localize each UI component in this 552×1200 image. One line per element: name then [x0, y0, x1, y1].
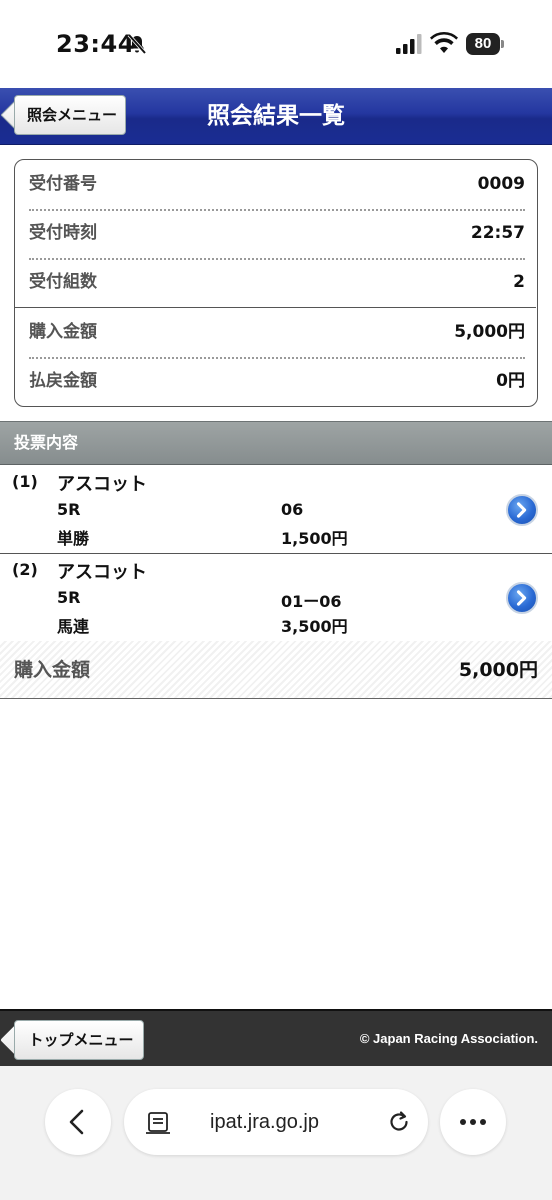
reader-icon	[146, 1112, 170, 1134]
bet-amount: 3,500円	[281, 617, 348, 636]
bet-horse: 01ー06	[281, 592, 342, 611]
bet-horse: 06	[281, 500, 304, 519]
signal-icon	[396, 34, 422, 54]
page-title-text: 照会結果一覧	[207, 103, 345, 129]
summary-value: 0円	[496, 371, 525, 391]
total-value: 5,000円	[458, 659, 538, 681]
total-label: 購入金額	[14, 659, 91, 681]
battery-icon: 80	[466, 33, 504, 55]
browser-more-button[interactable]	[440, 1089, 506, 1155]
address-bar[interactable]: ipat.jra.go.jp	[124, 1089, 428, 1155]
summary-value: 5,000円	[454, 322, 525, 342]
top-button-label: トップメニュー	[28, 1031, 134, 1049]
browser-toolbar: ipat.jra.go.jp	[0, 1066, 552, 1200]
summary-label: 受付番号	[29, 174, 97, 194]
more-icon	[460, 1119, 486, 1125]
bet-item[interactable]: (1) アスコット 5R 単勝 06 1,500円	[0, 466, 552, 554]
summary-row-receipt-count: 受付組数 2	[29, 258, 525, 307]
total-purchase: 購入金額 5,000円	[0, 641, 552, 699]
receipt-summary: 受付番号 0009 受付時刻 22:57 受付組数 2 購入金額 5,000円 …	[14, 159, 538, 407]
copyright: © Japan Racing Association.	[359, 1031, 538, 1046]
bet-venue: アスコット	[57, 562, 147, 583]
chevron-right-icon[interactable]	[506, 494, 538, 526]
summary-row-receipt-time: 受付時刻 22:57	[29, 209, 525, 258]
summary-label: 購入金額	[29, 322, 97, 342]
page-footer: トップメニュー © Japan Racing Association.	[0, 1009, 552, 1066]
summary-label: 払戻金額	[29, 371, 97, 391]
bet-item[interactable]: (2) アスコット 5R 馬連 01ー06 3,500円	[0, 554, 552, 642]
bet-race: 5R	[57, 588, 81, 607]
status-time: 23:44	[56, 30, 135, 58]
bet-number: (2)	[12, 560, 38, 579]
bet-contents-header: 投票内容	[0, 421, 552, 465]
browser-back-button[interactable]	[45, 1089, 111, 1155]
bet-amount: 1,500円	[281, 529, 348, 548]
chevron-right-icon[interactable]	[506, 582, 538, 614]
summary-value: 0009	[477, 174, 525, 194]
bell-slash-icon	[127, 33, 147, 55]
battery-level: 80	[466, 33, 500, 55]
bet-venue: アスコット	[57, 474, 147, 495]
back-icon	[69, 1109, 84, 1135]
summary-row-receipt-number: 受付番号 0009	[29, 160, 525, 209]
battery-nub	[501, 40, 504, 48]
summary-value: 2	[513, 272, 525, 292]
bet-number: (1)	[12, 472, 38, 491]
section-title: 投票内容	[14, 433, 79, 452]
summary-row-purchase-amount: 購入金額 5,000円	[29, 308, 525, 357]
status-bar: 23:44 80	[0, 0, 552, 88]
top-menu-button[interactable]: トップメニュー	[0, 1020, 144, 1060]
url-text: ipat.jra.go.jp	[210, 1111, 319, 1133]
inquiry-menu-back-button[interactable]: 照会メニュー	[0, 95, 126, 135]
back-button-label: 照会メニュー	[26, 106, 117, 124]
app-header: 照会結果一覧 照会メニュー	[0, 88, 552, 145]
summary-row-payout-amount: 払戻金額 0円	[29, 357, 525, 406]
summary-value: 22:57	[470, 223, 525, 243]
bet-type: 馬連	[57, 617, 90, 636]
wifi-icon	[430, 32, 458, 53]
bet-type: 単勝	[57, 529, 90, 548]
bet-race: 5R	[57, 500, 81, 519]
summary-label: 受付時刻	[29, 223, 97, 243]
reload-icon[interactable]	[386, 1109, 412, 1135]
summary-label: 受付組数	[29, 272, 97, 292]
